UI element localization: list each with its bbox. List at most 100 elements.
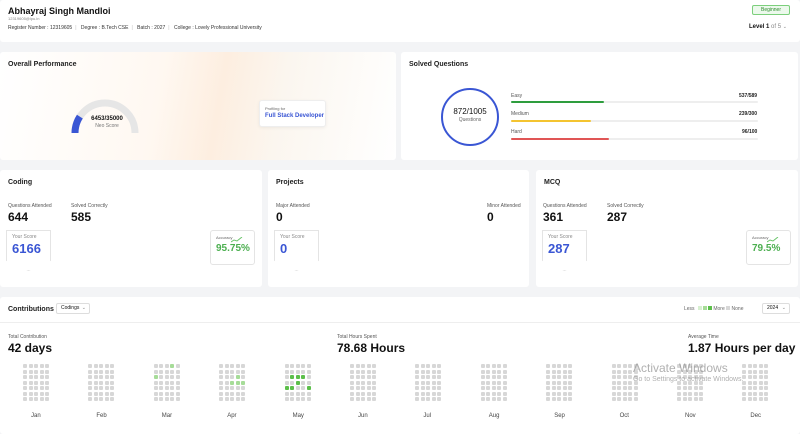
- heatmap-cell[interactable]: [497, 369, 502, 374]
- heatmap-cell[interactable]: [628, 364, 633, 368]
- heatmap-cell[interactable]: [153, 375, 158, 379]
- heatmap-cell[interactable]: [153, 391, 158, 396]
- heatmap-cell[interactable]: [480, 397, 485, 401]
- heatmap-cell[interactable]: [437, 386, 442, 390]
- heatmap-cell[interactable]: [758, 386, 763, 390]
- heatmap-cell[interactable]: [241, 369, 246, 374]
- heatmap-cell[interactable]: [45, 397, 49, 401]
- heatmap-cell[interactable]: [753, 397, 758, 401]
- heatmap-cell[interactable]: [224, 364, 229, 368]
- heatmap-cell[interactable]: [23, 391, 27, 396]
- heatmap-cell[interactable]: [99, 397, 104, 401]
- heatmap-cell[interactable]: [284, 364, 289, 368]
- heatmap-cell[interactable]: [628, 380, 633, 385]
- heatmap-cell[interactable]: [546, 380, 551, 385]
- heatmap-cell[interactable]: [159, 369, 164, 374]
- heatmap-cell[interactable]: [88, 397, 93, 401]
- heatmap-cell[interactable]: [497, 380, 502, 385]
- heatmap-cell[interactable]: [502, 391, 507, 396]
- heatmap-cell[interactable]: [361, 397, 365, 401]
- heatmap-cell[interactable]: [415, 391, 420, 396]
- heatmap-cell[interactable]: [153, 364, 158, 368]
- heatmap-cell[interactable]: [611, 369, 616, 374]
- heatmap-cell[interactable]: [431, 397, 436, 401]
- heatmap-cell[interactable]: [372, 380, 376, 385]
- heatmap-cell[interactable]: [491, 380, 496, 385]
- heatmap-cell[interactable]: [88, 375, 93, 379]
- heatmap-cell[interactable]: [437, 397, 442, 401]
- heatmap-cell[interactable]: [224, 380, 229, 385]
- heatmap-cell[interactable]: [758, 369, 763, 374]
- heatmap-cell[interactable]: [290, 369, 295, 374]
- heatmap-cell[interactable]: [617, 364, 622, 368]
- heatmap-cell[interactable]: [219, 391, 224, 396]
- heatmap-cell[interactable]: [175, 380, 180, 385]
- heatmap-cell[interactable]: [699, 397, 703, 401]
- heatmap-cell[interactable]: [366, 375, 371, 379]
- heatmap-cell[interactable]: [170, 364, 175, 368]
- heatmap-cell[interactable]: [224, 369, 229, 374]
- heatmap-cell[interactable]: [230, 386, 235, 390]
- heatmap-cell[interactable]: [611, 364, 616, 368]
- heatmap-cell[interactable]: [164, 386, 169, 390]
- heatmap-cell[interactable]: [568, 380, 573, 385]
- heatmap-cell[interactable]: [502, 397, 507, 401]
- heatmap-cell[interactable]: [415, 369, 420, 374]
- heatmap-cell[interactable]: [480, 380, 485, 385]
- heatmap-cell[interactable]: [491, 386, 496, 390]
- heatmap-cell[interactable]: [45, 375, 49, 379]
- heatmap-cell[interactable]: [110, 375, 115, 379]
- heatmap-cell[interactable]: [426, 375, 431, 379]
- heatmap-cell[interactable]: [110, 380, 115, 385]
- heatmap-cell[interactable]: [361, 391, 365, 396]
- heatmap-cell[interactable]: [753, 375, 758, 379]
- heatmap-cell[interactable]: [175, 375, 180, 379]
- heatmap-cell[interactable]: [175, 391, 180, 396]
- heatmap-cell[interactable]: [350, 364, 354, 368]
- heatmap-cell[interactable]: [88, 364, 93, 368]
- heatmap-cell[interactable]: [23, 369, 27, 374]
- heatmap-cell[interactable]: [241, 364, 246, 368]
- heatmap-cell[interactable]: [153, 386, 158, 390]
- heatmap-cell[interactable]: [491, 391, 496, 396]
- heatmap-cell[interactable]: [39, 386, 44, 390]
- heatmap-cell[interactable]: [39, 375, 44, 379]
- heatmap-cell[interactable]: [230, 364, 235, 368]
- heatmap-cell[interactable]: [764, 391, 769, 396]
- heatmap-cell[interactable]: [159, 397, 164, 401]
- heatmap-cell[interactable]: [284, 391, 289, 396]
- heatmap-cell[interactable]: [628, 397, 633, 401]
- contribution-type-dropdown[interactable]: Codings ⌄: [56, 303, 90, 314]
- heatmap-cell[interactable]: [39, 380, 44, 385]
- heatmap-cell[interactable]: [415, 380, 420, 385]
- heatmap-cell[interactable]: [415, 364, 420, 368]
- heatmap-cell[interactable]: [39, 391, 44, 396]
- heatmap-cell[interactable]: [99, 391, 104, 396]
- heatmap-cell[interactable]: [219, 375, 224, 379]
- heatmap-cell[interactable]: [486, 364, 491, 368]
- heatmap-cell[interactable]: [23, 397, 27, 401]
- heatmap-cell[interactable]: [99, 386, 104, 390]
- heatmap-cell[interactable]: [497, 391, 502, 396]
- heatmap-cell[interactable]: [764, 364, 769, 368]
- heatmap-cell[interactable]: [366, 391, 371, 396]
- heatmap-cell[interactable]: [747, 397, 752, 401]
- heatmap-cell[interactable]: [622, 380, 627, 385]
- heatmap-cell[interactable]: [486, 375, 491, 379]
- heatmap-cell[interactable]: [290, 375, 295, 379]
- heatmap-cell[interactable]: [88, 391, 93, 396]
- heatmap-cell[interactable]: [350, 391, 354, 396]
- heatmap-cell[interactable]: [159, 391, 164, 396]
- heatmap-cell[interactable]: [764, 369, 769, 374]
- heatmap-cell[interactable]: [742, 369, 747, 374]
- heatmap-cell[interactable]: [175, 369, 180, 374]
- heatmap-cell[interactable]: [99, 375, 104, 379]
- heatmap-cell[interactable]: [568, 369, 573, 374]
- heatmap-cell[interactable]: [617, 369, 622, 374]
- heatmap-cell[interactable]: [437, 380, 442, 385]
- heatmap-cell[interactable]: [747, 391, 752, 396]
- heatmap-cell[interactable]: [295, 369, 300, 374]
- heatmap-cell[interactable]: [284, 386, 289, 390]
- heatmap-cell[interactable]: [562, 391, 567, 396]
- heatmap-cell[interactable]: [23, 375, 27, 379]
